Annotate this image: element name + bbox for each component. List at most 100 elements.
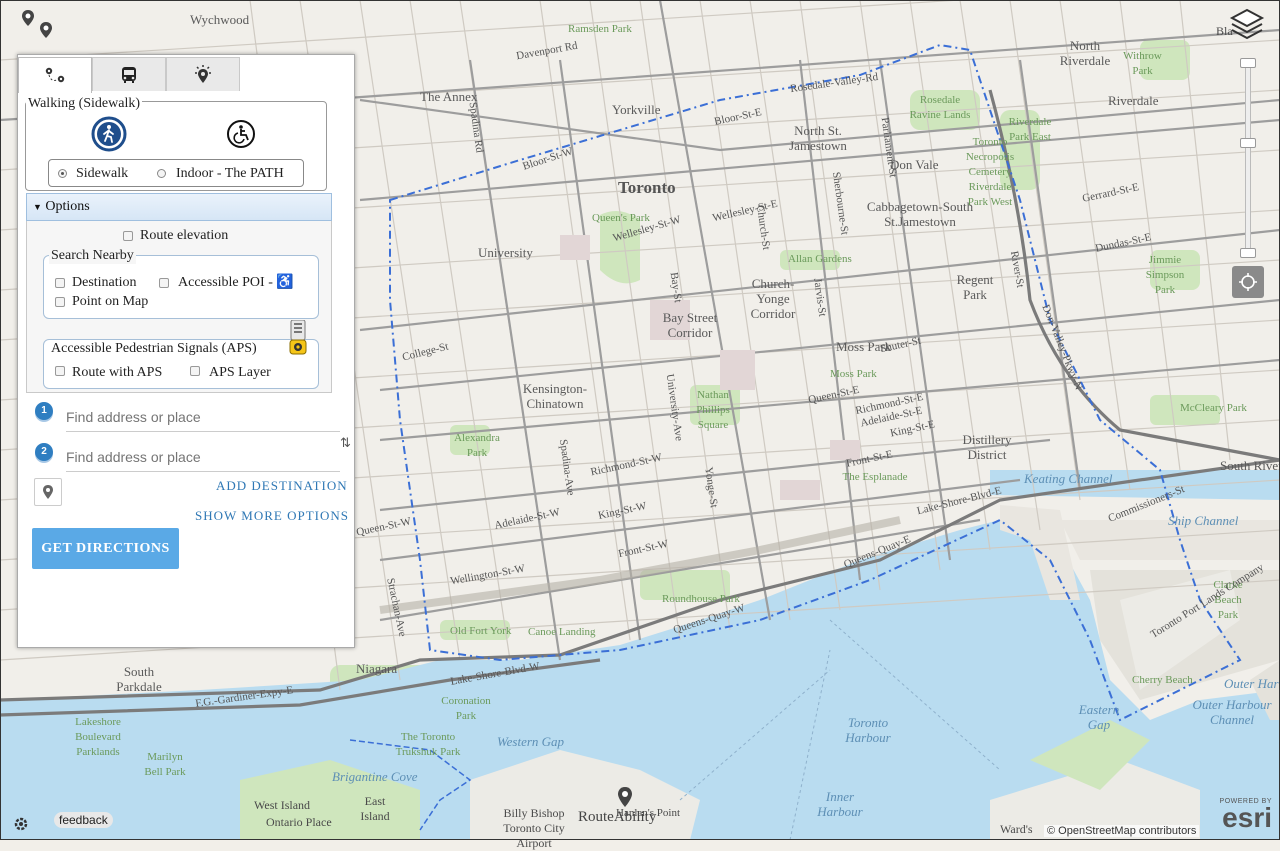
label-the-esplanade: The Esplanade [842,471,908,483]
sidewalk-label: Sidewalk [76,166,129,181]
label-mccleary-park: McCleary Park [1180,402,1247,414]
point-on-map-label: Point on Map [72,294,149,309]
label-cherry-beach: Cherry Beach [1132,674,1193,686]
add-destination-link[interactable]: ADD DESTINATION [216,478,348,494]
mode-tabs [18,57,240,93]
stop-2-input[interactable] [66,443,340,472]
label-west-island: West Island [254,798,311,812]
get-directions-button[interactable]: GET DIRECTIONS [32,528,179,569]
top-pin-icon[interactable] [20,8,56,43]
label-riverdale: Riverdale [1108,93,1159,108]
settings-gear-icon[interactable] [12,815,30,838]
label-south-riverdale: South Riverdale [1220,458,1280,473]
label-east-island: East Island [360,794,390,823]
feedback-button[interactable]: feedback [54,812,113,828]
indoor-path-label: Indoor - The PATH [176,166,284,181]
label-nathan-phillips: Nathan Phillips Square [696,389,730,431]
label-toronto: Toronto [618,178,676,197]
locate-button[interactable] [1232,266,1264,298]
route-pin-icon [45,67,65,82]
indoor-path-radio[interactable] [157,169,166,178]
destination-checkbox[interactable] [55,278,65,288]
label-billy-bishop: Billy Bishop Toronto City Airport [503,806,565,850]
esri-logo[interactable]: POWERED BY esri [1206,798,1272,832]
directions-panel: Walking (Sidewalk) Sidewalk Indoor - The… [17,54,355,648]
tab-transit[interactable] [92,57,166,91]
label-western-gap: Western Gap [497,734,565,749]
pedestrian-icon[interactable] [91,116,127,157]
label-jimmie-simpson: Jimmie Simpson Park [1145,254,1185,296]
label-lakeshore-parklands: Lakeshore Boulevard Parklands [75,716,121,758]
esri-wordmark: esri [1222,802,1272,833]
label-kensington: Kensington-Chinatown [522,381,588,411]
label-ship-channel: Ship Channel [1168,513,1239,528]
label-keating-channel: Keating Channel [1024,471,1113,486]
route-with-aps-label: Route with APS [72,365,163,380]
label-church-yonge: Church-Yonge Corridor [750,276,796,321]
search-nearby-legend: Search Nearby [49,248,136,264]
route-elevation-checkbox[interactable] [123,231,133,241]
tab-poi[interactable] [166,57,240,91]
label-rosedale-ravine: Rosedale Ravine Lands [909,94,971,121]
options-header[interactable]: ▼ Options [26,193,332,221]
label-toronto-harbour: Toronto Harbour [845,715,891,745]
label-allan-gardens: Allan Gardens [788,253,852,265]
wheelchair-icon[interactable] [226,119,256,154]
zoom-slider[interactable] [1240,58,1256,258]
label-bay-street: Bay Street Corridor [662,310,718,340]
label-south-parkdale: South Parkdale [116,664,162,694]
label-moss-park-2: Moss Park [830,368,877,380]
layers-icon [1229,8,1265,40]
label-wychwood: Wychwood [190,12,250,27]
label-marilyn-bell: Marilyn Bell Park [144,751,186,778]
label-wards: Ward's [1000,822,1033,836]
label-canoe-landing: Canoe Landing [528,626,596,638]
stop-1-badge: 1 [35,402,53,420]
label-alexandra-park: Alexandra Park [454,432,500,459]
swap-stops-icon[interactable]: ⇅ [340,435,351,451]
poi-lightbulb-icon [195,64,211,83]
zoom-track [1245,64,1251,256]
aps-layer-checkbox[interactable] [190,366,200,376]
label-north-st-jamestown: North St. Jamestown [789,123,847,153]
sidewalk-radio[interactable] [58,169,67,178]
tab-route[interactable] [18,57,92,93]
map-marker-icon [43,485,53,499]
map-pin-icon[interactable] [617,786,633,813]
label-outer-harbour: Outer Harbour [1224,676,1280,691]
zoom-in-cap[interactable] [1240,58,1256,68]
options-title: Options [45,199,90,214]
route-elevation-label: Route elevation [140,228,229,243]
mode-legend: Walking (Sidewalk) [26,96,143,112]
caret-down-icon: ▼ [33,202,42,212]
stop-1-input[interactable] [66,403,340,432]
aps-legend: Accessible Pedestrian Signals (APS) [49,341,259,357]
basemap-label: Bla [1216,24,1233,38]
route-with-aps-checkbox[interactable] [55,366,65,376]
point-on-map-checkbox[interactable] [55,297,65,307]
label-distillery: Distillery District [962,432,1012,462]
label-university: University [478,245,533,260]
destination-label: Destination [72,275,137,290]
crosshair-icon [1239,273,1257,291]
map-attribution: © OpenStreetMap contributors [1044,825,1200,837]
label-eastern-gap: Eastern Gap [1078,702,1120,732]
label-inner-harbour: Inner Harbour [817,789,863,819]
zoom-out-cap[interactable] [1240,248,1256,258]
label-niagara: Niagara [356,661,398,676]
label-outer-harbour-channel: Outer Harbour Channel [1192,697,1272,727]
add-pin-button[interactable] [34,478,62,506]
label-trukshuk-park: The Toronto Trukshuk Park [395,731,461,758]
accessible-poi-checkbox[interactable] [159,278,169,288]
layers-button[interactable] [1229,6,1265,47]
aps-signal-icon [289,319,307,361]
show-more-options-link[interactable]: SHOW MORE OPTIONS [195,508,349,524]
accessible-poi-label: Accessible POI - ♿ [178,275,294,290]
label-old-fort-york: Old Fort York [450,625,512,637]
label-yorkville: Yorkville [612,102,661,117]
stop-2-badge: 2 [35,443,53,461]
label-withrow-park: Withrow Park [1123,50,1162,77]
zoom-handle[interactable] [1240,138,1256,148]
label-toronto-necropolis: Toronto Necropolis Cemetery Riverdale Pa… [965,136,1015,208]
bus-icon [122,66,136,83]
